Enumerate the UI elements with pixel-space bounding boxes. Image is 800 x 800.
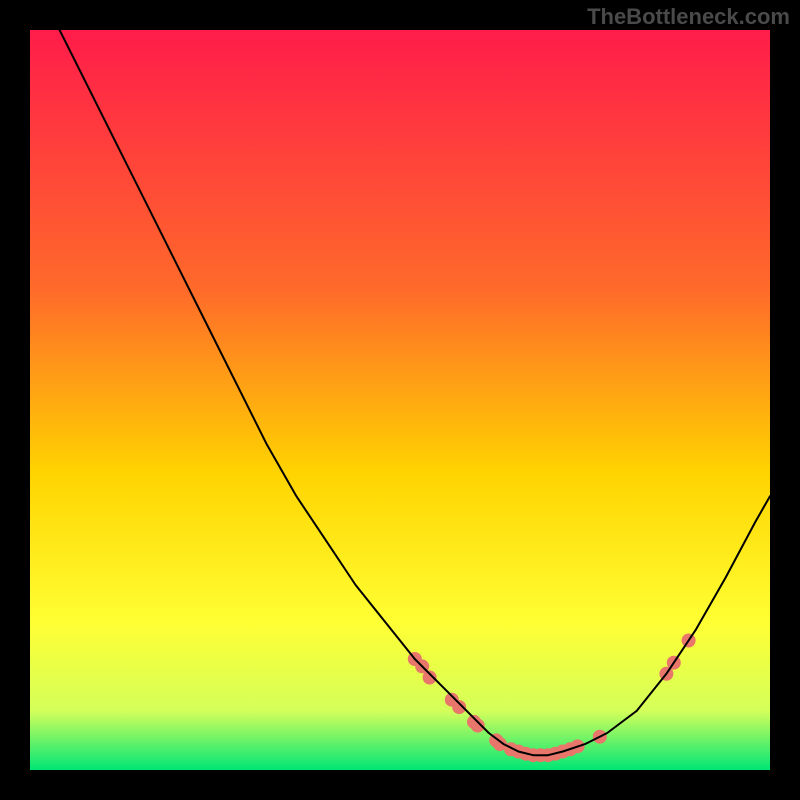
marker-group bbox=[408, 634, 696, 763]
bottleneck-curve bbox=[60, 30, 770, 755]
chart-container: TheBottleneck.com bbox=[0, 0, 800, 800]
curve-overlay bbox=[30, 30, 770, 770]
watermark-text: TheBottleneck.com bbox=[587, 4, 790, 30]
plot-area bbox=[30, 30, 770, 770]
